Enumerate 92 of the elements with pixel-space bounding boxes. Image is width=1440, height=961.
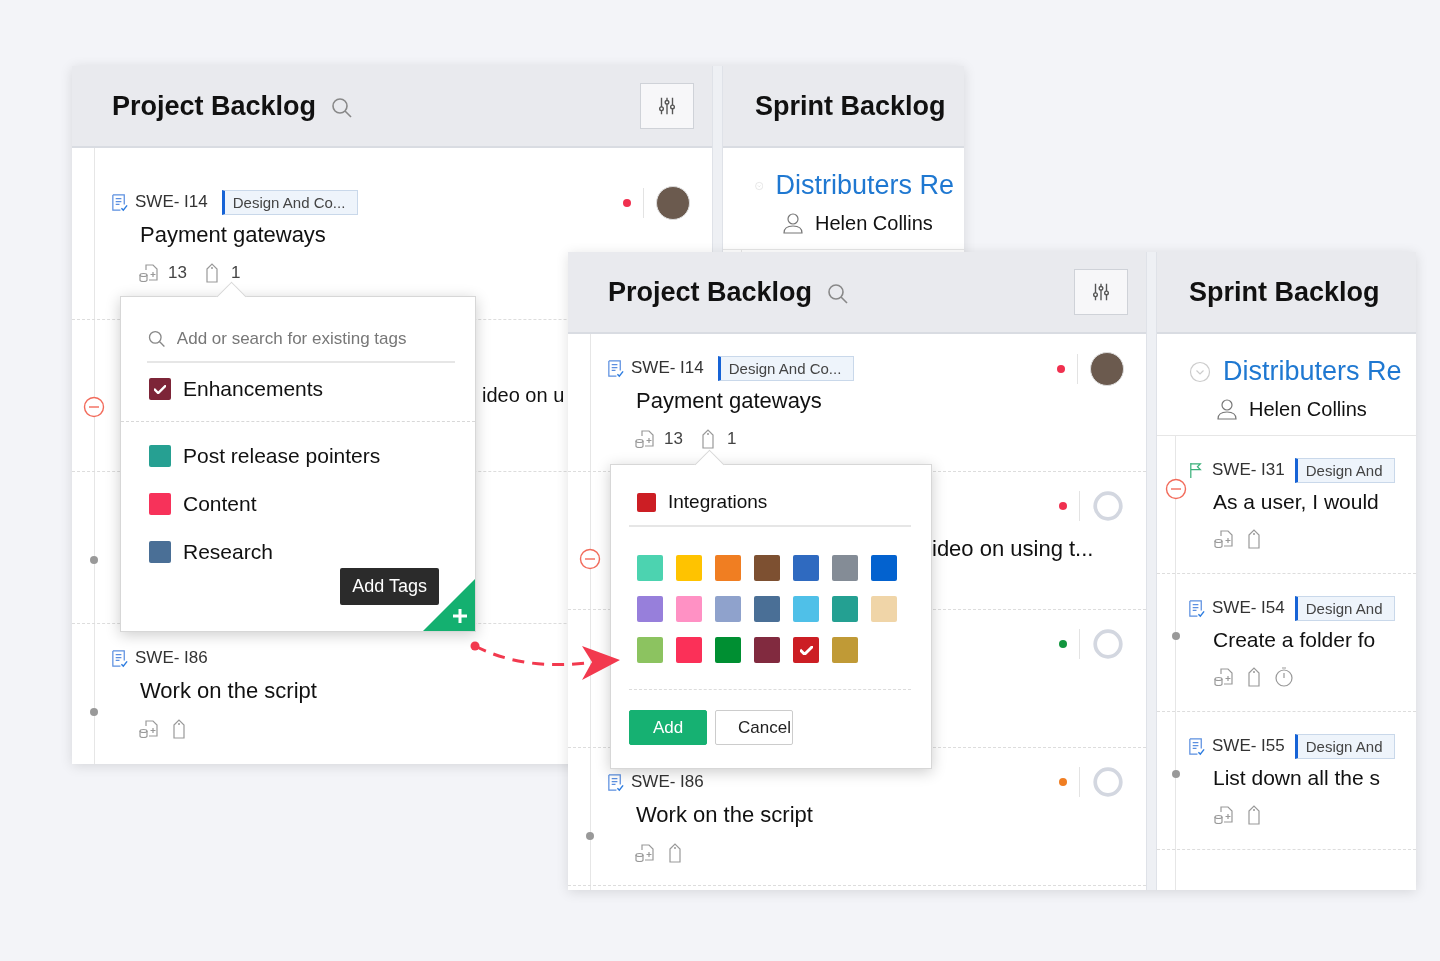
attachment-icon[interactable] bbox=[1213, 804, 1235, 826]
color-swatch[interactable] bbox=[754, 596, 780, 622]
filter-button[interactable] bbox=[640, 83, 694, 129]
color-swatch[interactable] bbox=[793, 596, 819, 622]
item-title[interactable]: List down all the s bbox=[1187, 766, 1416, 790]
attachment-icon[interactable] bbox=[634, 428, 656, 450]
checkmark-icon bbox=[154, 384, 166, 394]
epic-title[interactable]: Distributers Re bbox=[1223, 356, 1402, 387]
tag-name: Integrations bbox=[668, 491, 768, 513]
attachment-icon[interactable] bbox=[138, 262, 160, 284]
color-swatch[interactable] bbox=[676, 555, 702, 581]
item-id: SWE- I86 bbox=[135, 648, 208, 668]
tag-color-checkbox[interactable] bbox=[149, 541, 171, 563]
category-tag[interactable]: Design And Co... bbox=[221, 189, 359, 215]
item-id: SWE- I86 bbox=[631, 772, 704, 792]
tag-name[interactable]: Research bbox=[183, 540, 273, 564]
color-swatch[interactable] bbox=[871, 555, 897, 581]
tag-name[interactable]: Enhancements bbox=[183, 377, 324, 401]
avatar-photo-placeholder[interactable] bbox=[656, 186, 690, 220]
item-title[interactable]: ideo on u bbox=[482, 384, 565, 407]
color-swatch[interactable] bbox=[715, 555, 741, 581]
color-swatch[interactable] bbox=[637, 596, 663, 622]
cancel-button[interactable]: Cancel bbox=[715, 710, 793, 745]
attachment-icon[interactable] bbox=[634, 842, 656, 864]
item-id: SWE- I14 bbox=[135, 192, 208, 212]
owner-name: Helen Collins bbox=[815, 211, 933, 235]
sliders-icon bbox=[656, 95, 678, 117]
tag-color-checkbox[interactable] bbox=[149, 378, 171, 400]
tag-name[interactable]: Content bbox=[183, 492, 257, 516]
tag-count: 1 bbox=[726, 429, 737, 449]
attachment-count: 13 bbox=[168, 263, 187, 283]
item-title[interactable]: As a user, I would bbox=[1187, 490, 1416, 514]
category-tag[interactable]: Design And bbox=[1294, 733, 1396, 759]
tag-color-checkbox[interactable] bbox=[149, 445, 171, 467]
task-icon bbox=[110, 648, 129, 668]
avatar-photo-placeholder[interactable] bbox=[1090, 352, 1124, 386]
color-swatch[interactable] bbox=[676, 596, 702, 622]
column-title: Sprint Backlog bbox=[1189, 276, 1380, 308]
column-splitter[interactable] bbox=[1146, 252, 1157, 890]
user-icon bbox=[781, 211, 805, 235]
timer-icon[interactable] bbox=[1273, 666, 1295, 688]
item-title[interactable]: Work on the script bbox=[606, 802, 1126, 828]
search-icon bbox=[147, 329, 167, 349]
item-id: SWE- I31 bbox=[1212, 460, 1285, 480]
sliders-icon bbox=[1090, 281, 1112, 303]
task-icon bbox=[606, 358, 625, 378]
user-icon bbox=[1215, 397, 1239, 421]
empty-avatar-icon[interactable] bbox=[1092, 628, 1124, 660]
color-swatch[interactable] bbox=[754, 555, 780, 581]
attachment-icon[interactable] bbox=[1213, 666, 1235, 688]
tag-search-field[interactable]: Add or search for existing tags bbox=[176, 329, 455, 349]
owner-name: Helen Collins bbox=[1249, 397, 1367, 421]
color-swatch[interactable] bbox=[793, 555, 819, 581]
category-tag[interactable]: Design And bbox=[1294, 595, 1396, 621]
item-title[interactable]: Payment gateways bbox=[606, 388, 1126, 414]
color-swatch[interactable] bbox=[676, 637, 702, 663]
color-swatch[interactable] bbox=[871, 596, 897, 622]
column-title: Project Backlog bbox=[112, 90, 317, 122]
tag-count: 1 bbox=[230, 263, 241, 283]
color-swatch[interactable] bbox=[715, 637, 741, 663]
epic-title[interactable]: Distributers Re bbox=[775, 170, 954, 201]
tag-name[interactable]: Post release pointers bbox=[183, 444, 381, 468]
color-swatch[interactable] bbox=[637, 637, 663, 663]
color-swatch[interactable] bbox=[793, 637, 819, 663]
item-id: SWE- I54 bbox=[1212, 598, 1285, 618]
color-swatch[interactable] bbox=[637, 555, 663, 581]
tag-color-checkbox[interactable] bbox=[149, 493, 171, 515]
item-title[interactable]: Payment gateways bbox=[110, 222, 692, 248]
item-id: SWE- I55 bbox=[1212, 736, 1285, 756]
item-title[interactable]: ideo on using t... bbox=[932, 536, 1094, 562]
chevron-down-icon[interactable] bbox=[1189, 360, 1211, 383]
tooltip: Add Tags bbox=[340, 568, 439, 605]
task-icon bbox=[110, 192, 129, 212]
task-icon bbox=[606, 772, 625, 792]
color-swatch[interactable] bbox=[715, 596, 741, 622]
category-tag[interactable]: Design And bbox=[1294, 457, 1396, 483]
color-swatch[interactable] bbox=[832, 637, 858, 663]
color-swatch[interactable] bbox=[832, 555, 858, 581]
category-tag[interactable]: Design And Co... bbox=[717, 355, 855, 381]
attachment-icon[interactable] bbox=[138, 718, 160, 740]
empty-avatar-icon[interactable] bbox=[1092, 490, 1124, 522]
filter-button[interactable] bbox=[1074, 269, 1128, 315]
attachment-icon[interactable] bbox=[1213, 528, 1235, 550]
checkmark-icon bbox=[799, 645, 813, 655]
attachment-count: 13 bbox=[664, 429, 683, 449]
color-swatch[interactable] bbox=[832, 596, 858, 622]
empty-avatar-icon[interactable] bbox=[1092, 766, 1124, 798]
column-title: Sprint Backlog bbox=[755, 90, 946, 122]
item-title[interactable]: Create a folder fo bbox=[1187, 628, 1416, 652]
item-id: SWE- I14 bbox=[631, 358, 704, 378]
color-swatch[interactable] bbox=[754, 637, 780, 663]
column-title: Project Backlog bbox=[608, 276, 813, 308]
